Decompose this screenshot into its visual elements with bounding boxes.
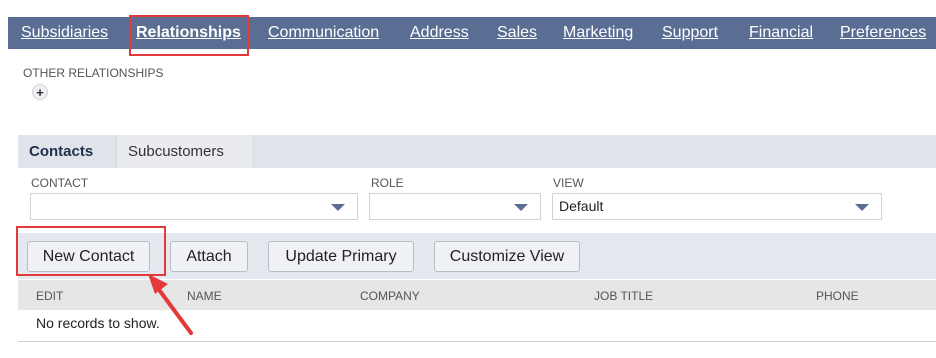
empty-list-message: No records to show. — [36, 315, 160, 331]
view-filter-label: VIEW — [553, 176, 584, 190]
tab-support[interactable]: Support — [662, 24, 718, 42]
contact-filter-select[interactable] — [30, 193, 358, 220]
attach-button[interactable]: Attach — [170, 241, 248, 272]
annotation-highlight-relationships — [129, 15, 249, 56]
view-filter-value: Default — [559, 198, 604, 214]
tab-marketing[interactable]: Marketing — [563, 24, 633, 42]
column-header-phone[interactable]: PHONE — [816, 289, 859, 303]
contact-filter-label: CONTACT — [31, 176, 89, 190]
subtab-contacts[interactable]: Contacts — [18, 135, 105, 168]
dropdown-arrow-icon — [855, 204, 869, 211]
column-header-name[interactable]: NAME — [187, 289, 222, 303]
tab-subsidiaries[interactable]: Subsidiaries — [21, 24, 108, 42]
customize-view-button[interactable]: Customize View — [434, 241, 580, 272]
annotation-highlight-new-contact — [16, 226, 166, 276]
column-header-edit[interactable]: EDIT — [36, 289, 63, 303]
tab-preferences[interactable]: Preferences — [840, 24, 926, 42]
plus-icon[interactable]: + — [32, 84, 48, 100]
view-filter-select[interactable]: Default — [552, 193, 882, 220]
update-primary-button[interactable]: Update Primary — [268, 241, 414, 272]
column-header-company[interactable]: COMPANY — [360, 289, 420, 303]
subtab-subcustomers[interactable]: Subcustomers — [116, 135, 252, 168]
role-filter-label: ROLE — [371, 176, 404, 190]
dropdown-arrow-icon — [514, 204, 528, 211]
list-header — [18, 280, 936, 310]
column-header-job-title[interactable]: JOB TITLE — [594, 289, 653, 303]
subtab-bar: Contacts Subcustomers — [18, 135, 936, 168]
tab-financial[interactable]: Financial — [749, 24, 813, 42]
role-filter-select[interactable] — [369, 193, 541, 220]
dropdown-arrow-icon — [331, 204, 345, 211]
tab-address[interactable]: Address — [410, 24, 469, 42]
other-relationships-label: OTHER RELATIONSHIPS — [23, 66, 164, 80]
tab-sales[interactable]: Sales — [497, 24, 537, 42]
tab-communication[interactable]: Communication — [268, 24, 379, 42]
